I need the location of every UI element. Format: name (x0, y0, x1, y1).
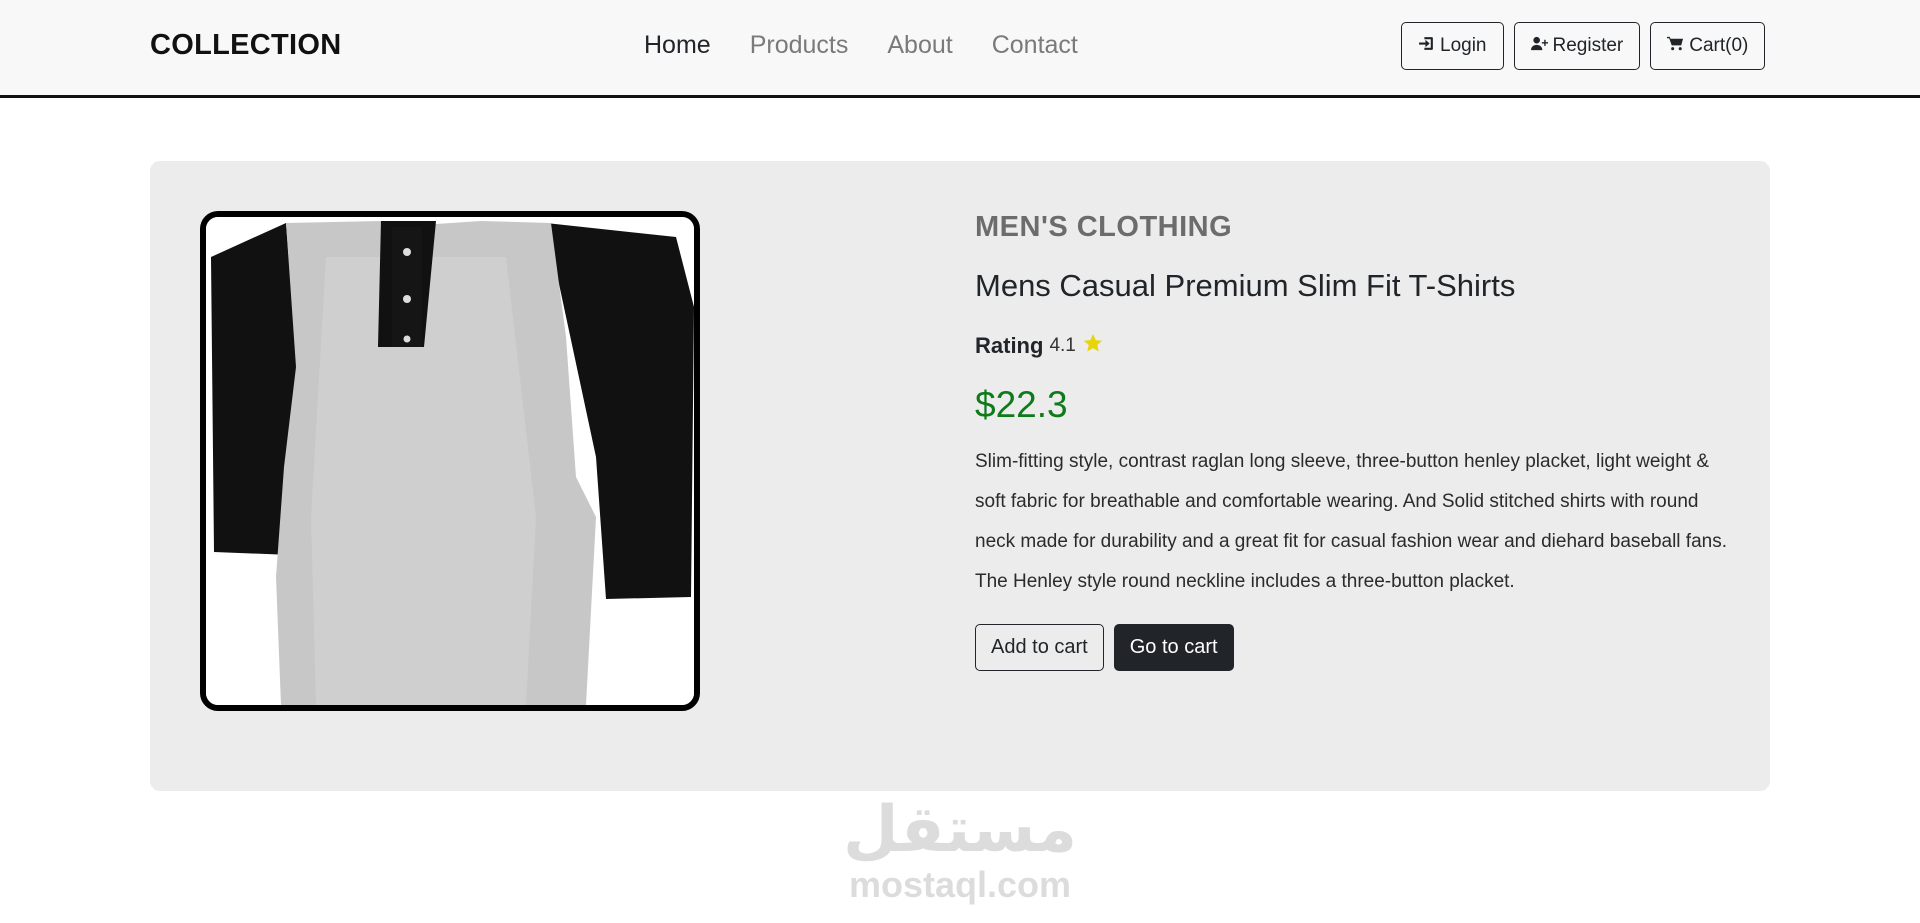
watermark-latin: mostaql.com (848, 864, 1072, 905)
brand-logo[interactable]: COLLECTION (150, 29, 342, 62)
product-title: Mens Casual Premium Slim Fit T-Shirts (975, 268, 1516, 303)
nav-link-contact[interactable]: Contact (992, 31, 1078, 60)
t-shirt-image (206, 217, 694, 705)
login-label: Login (1440, 35, 1487, 56)
nav-link-products[interactable]: Products (750, 31, 849, 60)
product-price: $22.3 (975, 384, 1068, 425)
add-to-cart-button[interactable]: Add to cart (975, 624, 1104, 671)
star-icon (1082, 332, 1104, 360)
rating-value: 4.1 (1049, 335, 1076, 356)
register-button[interactable]: Register (1513, 22, 1641, 70)
nav-link-home[interactable]: Home (644, 31, 711, 60)
product-description: Slim-fitting style, contrast raglan long… (975, 451, 1728, 592)
login-button[interactable]: Login (1401, 22, 1504, 70)
nav-link-about[interactable]: About (887, 31, 952, 60)
product-actions: Add to cart Go to cart (975, 624, 1735, 671)
sign-in-icon (1418, 35, 1435, 58)
product-rating: Rating 4.1 (975, 332, 1735, 360)
user-plus-icon (1530, 35, 1548, 58)
watermark-arabic: مستقل (842, 793, 1078, 867)
product-image (200, 211, 700, 711)
product-card: men's clothing Mens Casual Premium Slim … (150, 161, 1770, 791)
register-label: Register (1552, 35, 1624, 56)
go-to-cart-button[interactable]: Go to cart (1113, 624, 1234, 671)
cart-label: Cart(0) (1689, 35, 1749, 56)
watermark: مستقل mostaql.com (830, 795, 1090, 905)
rating-label: Rating (975, 333, 1044, 358)
product-category: men's clothing (975, 211, 1233, 243)
product-info: men's clothing Mens Casual Premium Slim … (975, 211, 1735, 671)
nav-links: Home Products About Contact (644, 31, 1117, 60)
cart-button[interactable]: Cart(0) (1650, 22, 1766, 70)
shopping-cart-icon (1667, 35, 1684, 58)
navbar: COLLECTION Home Products About Contact L… (0, 0, 1920, 98)
nav-buttons: Login Register Cart(0) (1401, 22, 1766, 70)
